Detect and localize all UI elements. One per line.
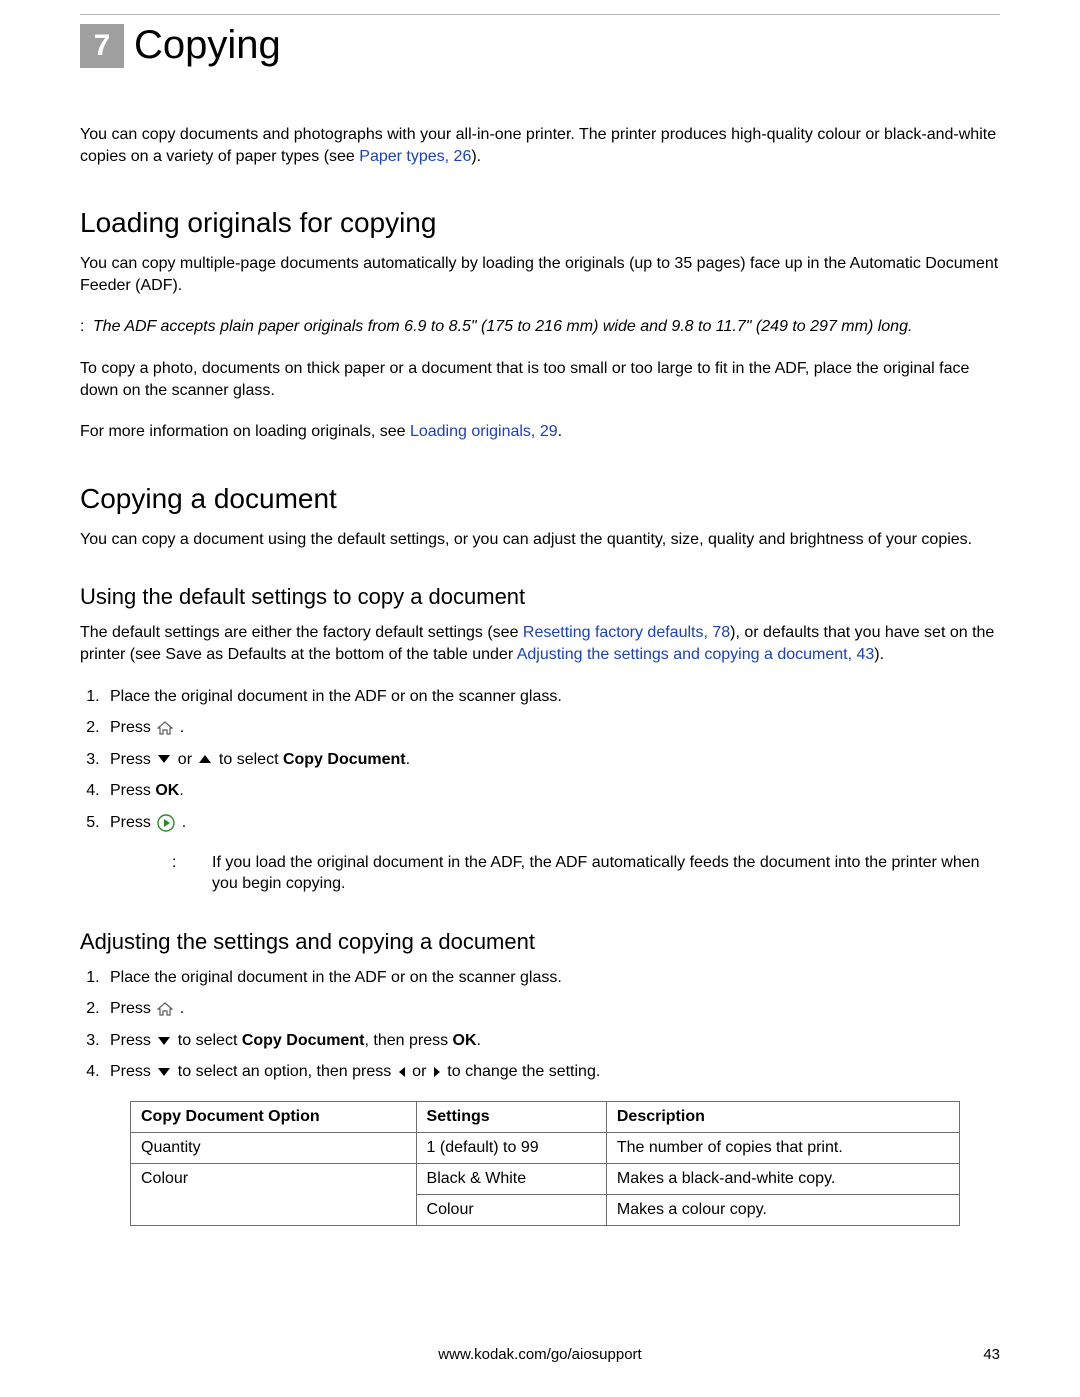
home-icon — [157, 1002, 173, 1016]
step-item: Press OK. — [104, 780, 1000, 802]
td-setting: Colour — [416, 1195, 606, 1226]
page-footer: www.kodak.com/go/aiosupport 43 — [80, 1346, 1000, 1363]
left-triangle-icon — [398, 1066, 406, 1078]
step-text: to select an option, then press — [178, 1063, 396, 1080]
step-item: Press to select Copy Document, then pres… — [104, 1030, 1000, 1052]
down-triangle-icon — [157, 754, 171, 764]
step-text: . — [180, 1000, 184, 1017]
table-row: Quantity 1 (default) to 99 The number of… — [131, 1133, 960, 1164]
table-row: Colour Black & White Makes a black-and-w… — [131, 1164, 960, 1195]
step-text: to change the setting. — [447, 1063, 600, 1080]
td-setting: Black & White — [416, 1164, 606, 1195]
sec3-pa: The default settings are either the fact… — [80, 624, 523, 641]
chapter-number-box: 7 — [80, 24, 124, 68]
step-text: , then press — [365, 1032, 453, 1049]
td-setting: 1 (default) to 99 — [416, 1133, 606, 1164]
note-colon: : — [80, 318, 84, 335]
link-paper-types[interactable]: Paper types, 26 — [359, 148, 471, 165]
td-option: Quantity — [131, 1133, 417, 1164]
heading-copying-document: Copying a document — [80, 483, 1000, 515]
up-triangle-icon — [198, 754, 212, 764]
th-settings: Settings — [416, 1102, 606, 1133]
sec1-p1: You can copy multiple-page documents aut… — [80, 253, 1000, 296]
step-text: Press — [110, 751, 155, 768]
step-text: to select — [178, 1032, 242, 1049]
step-text: Press — [110, 782, 155, 799]
sec3-note: : If you load the original document in t… — [172, 852, 1000, 895]
sec1-p2: To copy a photo, documents on thick pape… — [80, 358, 1000, 401]
heading-adjusting-settings: Adjusting the settings and copying a doc… — [80, 929, 1000, 955]
step-bold: OK — [155, 782, 179, 799]
page-number: 43 — [983, 1346, 1000, 1363]
step-text: . — [477, 1032, 481, 1049]
th-description: Description — [606, 1102, 959, 1133]
sec4-steps: Place the original document in the ADF o… — [80, 967, 1000, 1083]
sec1-p3b: . — [558, 423, 562, 440]
note-colon: : — [172, 852, 212, 895]
intro-paragraph: You can copy documents and photographs w… — [80, 124, 1000, 167]
step-text: . — [180, 719, 184, 736]
down-triangle-icon — [157, 1036, 171, 1046]
note-text: If you load the original document in the… — [212, 852, 1000, 895]
sec2-p: You can copy a document using the defaul… — [80, 529, 1000, 551]
down-triangle-icon — [157, 1067, 171, 1077]
step-text: . — [179, 782, 183, 799]
step-text: . — [182, 814, 186, 831]
step-text: Press — [110, 1032, 155, 1049]
step-text: . — [406, 751, 410, 768]
copy-options-table: Copy Document Option Settings Descriptio… — [130, 1101, 960, 1226]
step-bold: Copy Document — [283, 751, 406, 768]
home-icon — [157, 721, 173, 735]
sec3-pc: ). — [874, 646, 884, 663]
step-item: Place the original document in the ADF o… — [104, 967, 1000, 989]
step-text: or — [412, 1063, 431, 1080]
step-bold: OK — [453, 1032, 477, 1049]
step-item: Press . — [104, 998, 1000, 1020]
right-triangle-icon — [433, 1066, 441, 1078]
step-item: Place the original document in the ADF o… — [104, 686, 1000, 708]
step-item: Press . — [104, 812, 1000, 834]
td-desc: Makes a black-and-white copy. — [606, 1164, 959, 1195]
intro-text-2: ). — [471, 148, 481, 165]
step-bold: Copy Document — [242, 1032, 365, 1049]
sec1-p3: For more information on loading original… — [80, 421, 1000, 443]
td-option: Colour — [131, 1164, 417, 1226]
sec1-p3a: For more information on loading original… — [80, 423, 410, 440]
step-text: or — [178, 751, 197, 768]
td-desc: The number of copies that print. — [606, 1133, 959, 1164]
link-adjusting-settings[interactable]: Adjusting the settings and copying a doc… — [517, 646, 875, 663]
step-text: Press — [110, 814, 155, 831]
table-header-row: Copy Document Option Settings Descriptio… — [131, 1102, 960, 1133]
step-text: Press — [110, 719, 155, 736]
start-circle-icon — [157, 814, 175, 832]
step-text: Press — [110, 1063, 155, 1080]
sec3-steps: Place the original document in the ADF o… — [80, 686, 1000, 834]
chapter-heading: 7 Copying — [80, 23, 1000, 68]
td-desc: Makes a colour copy. — [606, 1195, 959, 1226]
sec3-p: The default settings are either the fact… — [80, 622, 1000, 665]
chapter-title: Copying — [134, 23, 281, 68]
step-item: Press to select an option, then press or… — [104, 1061, 1000, 1083]
link-resetting-defaults[interactable]: Resetting factory defaults, 78 — [523, 624, 730, 641]
sec1-note: : The ADF accepts plain paper originals … — [80, 316, 1000, 338]
heading-loading-originals: Loading originals for copying — [80, 207, 1000, 239]
step-item: Press . — [104, 717, 1000, 739]
link-loading-originals[interactable]: Loading originals, 29 — [410, 423, 558, 440]
th-option: Copy Document Option — [131, 1102, 417, 1133]
heading-default-settings: Using the default settings to copy a doc… — [80, 584, 1000, 610]
note-text: The ADF accepts plain paper originals fr… — [93, 318, 913, 335]
footer-url: www.kodak.com/go/aiosupport — [438, 1346, 641, 1363]
intro-text-1: You can copy documents and photographs w… — [80, 126, 996, 165]
step-item: Press or to select Copy Document. — [104, 749, 1000, 771]
step-text: to select — [219, 751, 283, 768]
step-text: Press — [110, 1000, 155, 1017]
